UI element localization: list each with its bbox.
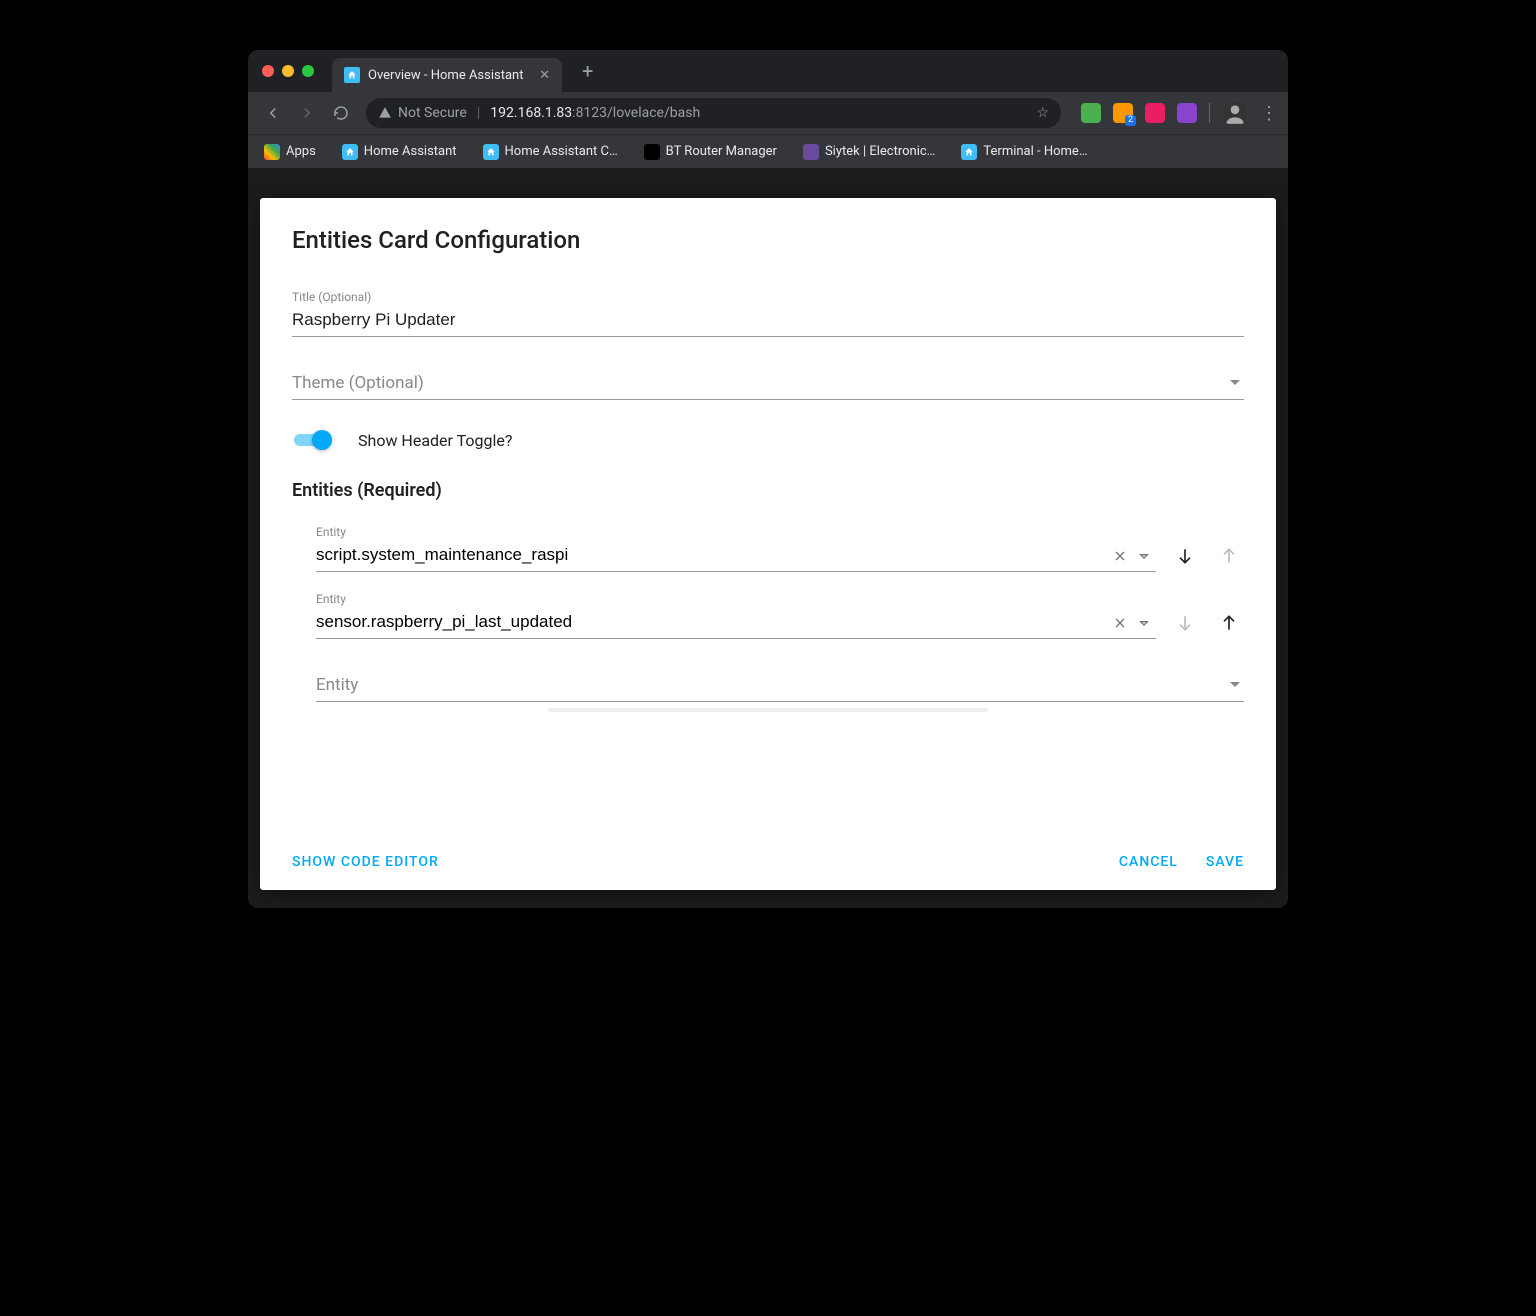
entity-placeholder: Entity (316, 675, 358, 695)
entities-header: Entities (Required) (292, 480, 1244, 501)
bookmark-ha-community[interactable]: Home Assistant C… (477, 141, 624, 163)
omni-url: 192.168.1.83:8123/lovelace/bash (490, 105, 700, 121)
bookmark-star-icon[interactable]: ☆ (1036, 105, 1049, 121)
omnibox[interactable]: Not Secure | 192.168.1.83:8123/lovelace/… (366, 98, 1061, 128)
tab-close-icon[interactable]: ✕ (539, 68, 550, 83)
rss-extension-icon[interactable]: 2 (1113, 103, 1133, 123)
move-down-button (1170, 613, 1200, 639)
entity-input[interactable] (316, 608, 1108, 638)
title-field: Title (Optional) (292, 290, 1244, 337)
entity-input[interactable] (316, 541, 1108, 571)
dropdown-caret-icon (1230, 675, 1240, 695)
entity-field: Entity (316, 525, 1156, 572)
browser-menu-icon[interactable]: ⋮ (1260, 103, 1278, 124)
entity-field: Entity (316, 592, 1156, 639)
switch-thumb (312, 430, 332, 450)
bookmark-bt-router[interactable]: BT Router Manager (638, 141, 783, 163)
dialog-title: Entities Card Configuration (292, 226, 1244, 254)
move-down-button[interactable] (1170, 546, 1200, 572)
toggle-label: Show Header Toggle? (358, 431, 512, 450)
theme-placeholder: Theme (Optional) (292, 373, 424, 393)
rss-badge: 2 (1125, 115, 1136, 126)
omni-divider: | (477, 105, 480, 121)
add-entity-row: Entity (292, 669, 1244, 702)
minimize-window-button[interactable] (282, 65, 294, 77)
new-tab-button[interactable]: + (570, 59, 605, 83)
bookmark-home-assistant[interactable]: Home Assistant (336, 141, 463, 163)
window-controls (262, 65, 314, 77)
page-content: Entities Card Configuration Title (Optio… (248, 168, 1288, 908)
bt-icon (644, 144, 660, 160)
maximize-window-button[interactable] (302, 65, 314, 77)
bookmark-label: BT Router Manager (666, 144, 777, 159)
nav-back-button[interactable] (258, 98, 288, 128)
browser-tab[interactable]: Overview - Home Assistant ✕ (332, 58, 562, 92)
entity-row: Entity (292, 592, 1244, 639)
bookmark-label: Terminal - Home… (983, 144, 1087, 159)
browser-toolbar: Not Secure | 192.168.1.83:8123/lovelace/… (248, 92, 1288, 134)
ha-icon (961, 144, 977, 160)
header-toggle-row: Show Header Toggle? (292, 430, 1244, 450)
entity-clear-icon[interactable] (1108, 548, 1132, 564)
extension-icon-2[interactable] (1145, 103, 1165, 123)
show-code-editor-button[interactable]: Show Code Editor (292, 854, 439, 870)
move-up-button (1214, 546, 1244, 572)
extension-icon-3[interactable] (1177, 103, 1197, 123)
bookmark-siytek[interactable]: Siytek | Electronic… (797, 141, 941, 163)
title-label: Title (Optional) (292, 290, 1244, 304)
ha-icon (483, 144, 499, 160)
apps-icon (264, 144, 280, 160)
tab-title: Overview - Home Assistant (368, 68, 523, 83)
omni-path: :8123/lovelace/bash (572, 105, 700, 121)
theme-field: Theme (Optional) (292, 367, 1244, 400)
theme-select[interactable]: Theme (Optional) (292, 367, 1244, 400)
card-config-dialog: Entities Card Configuration Title (Optio… (260, 198, 1276, 890)
scroll-hint (548, 708, 988, 712)
browser-window: Overview - Home Assistant ✕ + Not Secure… (248, 50, 1288, 908)
bookmark-label: Apps (286, 144, 316, 159)
save-button[interactable]: Save (1206, 854, 1244, 870)
extension-separator (1209, 103, 1210, 123)
title-input[interactable] (292, 306, 1244, 337)
bookmark-apps[interactable]: Apps (258, 141, 322, 163)
nav-forward-button[interactable] (292, 98, 322, 128)
bookmark-terminal[interactable]: Terminal - Home… (955, 141, 1093, 163)
bookmark-label: Home Assistant (364, 144, 457, 159)
bookmarks-bar: Apps Home Assistant Home Assistant C… BT… (248, 134, 1288, 168)
dropdown-caret-icon (1230, 373, 1240, 393)
bookmark-label: Home Assistant C… (505, 144, 618, 159)
move-up-button[interactable] (1214, 613, 1244, 639)
extension-icons: 2 ⋮ (1071, 100, 1278, 126)
omni-host: 192.168.1.83 (490, 105, 572, 121)
security-label: Not Secure (398, 105, 467, 121)
entity-dropdown-icon[interactable] (1132, 548, 1156, 564)
tab-strip: Overview - Home Assistant ✕ + (248, 50, 1288, 92)
siytek-icon (803, 144, 819, 160)
close-window-button[interactable] (262, 65, 274, 77)
entity-label: Entity (316, 592, 1156, 606)
entity-clear-icon[interactable] (1108, 615, 1132, 631)
tab-favicon (344, 67, 360, 83)
entity-label: Entity (316, 525, 1156, 539)
nav-reload-button[interactable] (326, 98, 356, 128)
dialog-footer: Show Code Editor Cancel Save (292, 834, 1244, 870)
entity-dropdown-icon[interactable] (1132, 615, 1156, 631)
bookmark-label: Siytek | Electronic… (825, 144, 935, 159)
add-entity-select[interactable]: Entity (316, 669, 1244, 702)
security-indicator[interactable]: Not Secure (378, 105, 467, 121)
extension-icon[interactable] (1081, 103, 1101, 123)
cancel-button[interactable]: Cancel (1119, 854, 1178, 870)
header-toggle-switch[interactable] (292, 430, 332, 450)
entity-row: Entity (292, 525, 1244, 572)
profile-avatar[interactable] (1222, 100, 1248, 126)
ha-icon (342, 144, 358, 160)
